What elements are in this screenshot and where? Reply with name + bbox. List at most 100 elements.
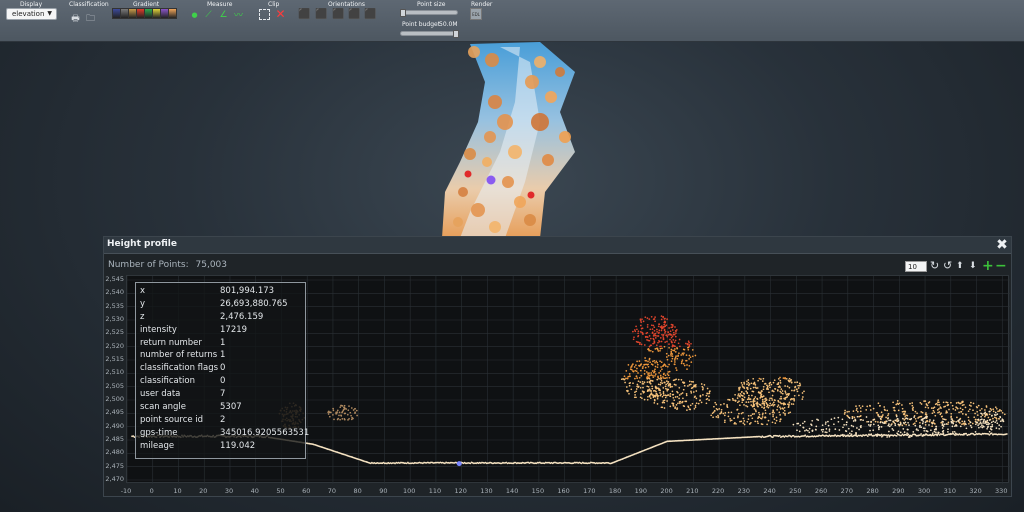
profile-point (980, 415, 982, 418)
profile-point (637, 385, 640, 388)
profile-point (638, 376, 641, 379)
profile-point (956, 407, 959, 410)
arrow-down-icon[interactable]: ⬇ (969, 259, 977, 273)
top-view-icon[interactable]: ⬛ (298, 9, 310, 20)
profile-point (662, 394, 665, 397)
edl-render-button[interactable]: EDL (470, 8, 482, 20)
close-icon[interactable]: ✖ (995, 237, 1009, 253)
point-size-slider-knob[interactable] (399, 9, 406, 17)
profile-point (896, 400, 899, 402)
angle-measure-icon[interactable]: ∠ (218, 9, 229, 20)
measure-marker[interactable] (527, 191, 535, 199)
profile-point (922, 420, 925, 423)
info-value: 0 (220, 363, 226, 374)
profile-point (741, 385, 744, 388)
profile-point (654, 361, 656, 364)
info-value: 1 (220, 337, 226, 348)
profile-point (747, 379, 750, 381)
profile-point (986, 427, 988, 430)
profile-point (973, 416, 976, 419)
profile-point (620, 378, 623, 381)
selected-point-marker[interactable] (486, 175, 496, 185)
distance-measure-icon[interactable]: ⟋ (203, 9, 214, 20)
profile-point (931, 432, 934, 435)
profile-point (859, 425, 862, 428)
profile-point (992, 408, 995, 411)
profile-point (663, 401, 666, 404)
add-icon[interactable]: + (982, 259, 994, 273)
profile-point (350, 407, 353, 409)
profile-point (778, 434, 781, 437)
profile-point (672, 339, 675, 341)
profile-point (903, 412, 906, 415)
point-budget-slider-knob[interactable] (453, 30, 460, 38)
profile-point (754, 409, 757, 411)
folder-icon[interactable]: 🗀 (85, 13, 96, 24)
profile-point (646, 317, 649, 319)
arrow-up-icon[interactable]: ⬆ (956, 259, 964, 273)
profile-point (676, 395, 679, 398)
front-view-icon[interactable]: ⬛ (315, 9, 327, 20)
profile-point (669, 338, 671, 341)
info-key: intensity (140, 324, 177, 335)
profile-point (674, 351, 677, 353)
display-select[interactable]: elevation ▼ (6, 8, 57, 20)
clip-box-icon[interactable] (259, 9, 270, 20)
profile-point (670, 340, 673, 343)
info-row: user data 7 (140, 389, 301, 402)
rotate-cw-icon[interactable]: ↻ (930, 259, 939, 273)
y-tick-label: 2,485 (105, 435, 124, 443)
profile-point (924, 406, 927, 409)
point-cloud-view[interactable] (0, 42, 1024, 238)
print-icon[interactable]: 🖶 (70, 13, 81, 24)
profile-point (650, 344, 653, 347)
profile-point (673, 349, 676, 352)
profile-point (846, 411, 849, 413)
profile-point (643, 344, 646, 346)
info-key: scan angle (140, 402, 186, 413)
clip-remove-icon[interactable]: ✕ (275, 7, 286, 21)
gradient-swatch[interactable] (168, 8, 177, 19)
profile-point (713, 409, 716, 412)
profile-point (833, 434, 836, 437)
profile-point (761, 390, 763, 392)
profile-point (974, 418, 977, 421)
profile-measure-icon[interactable]: 〰 (233, 9, 244, 21)
selected-point-marker[interactable] (456, 461, 462, 467)
back-view-icon[interactable]: ⬛ (364, 9, 376, 20)
profile-point (846, 414, 849, 417)
profile-point (787, 379, 790, 382)
left-view-icon[interactable]: ⬛ (332, 9, 344, 20)
right-view-icon[interactable]: ⬛ (348, 9, 360, 20)
profile-point (953, 430, 956, 433)
profile-point (681, 400, 684, 403)
profile-point (881, 421, 884, 424)
profile-point (680, 393, 683, 395)
point-budget-slider[interactable] (400, 31, 458, 36)
profile-point (906, 417, 909, 420)
profile-point (644, 357, 646, 359)
rotate-ccw-icon[interactable]: ↺ (943, 259, 952, 273)
profile-point (772, 390, 775, 393)
profile-point (687, 348, 690, 351)
profile-point (769, 386, 771, 389)
profile-point (750, 414, 752, 417)
profile-point (677, 355, 679, 358)
profile-point (654, 385, 657, 388)
measure-marker[interactable] (464, 170, 472, 178)
point-measure-icon[interactable]: ● (189, 9, 200, 20)
profile-point (780, 395, 782, 398)
x-tick-label: 130 (480, 487, 493, 495)
profile-point (352, 409, 355, 411)
profile-point (752, 399, 755, 402)
point-size-slider[interactable] (400, 10, 458, 15)
profile-point (958, 418, 961, 421)
profile-point (761, 398, 764, 401)
profile-point (659, 360, 661, 363)
profile-point (632, 382, 634, 385)
remove-icon[interactable]: − (995, 259, 1007, 273)
zoom-input[interactable]: 10 (905, 261, 927, 272)
profile-point (661, 333, 663, 336)
profile-point (720, 408, 723, 411)
profile-point (631, 364, 633, 367)
